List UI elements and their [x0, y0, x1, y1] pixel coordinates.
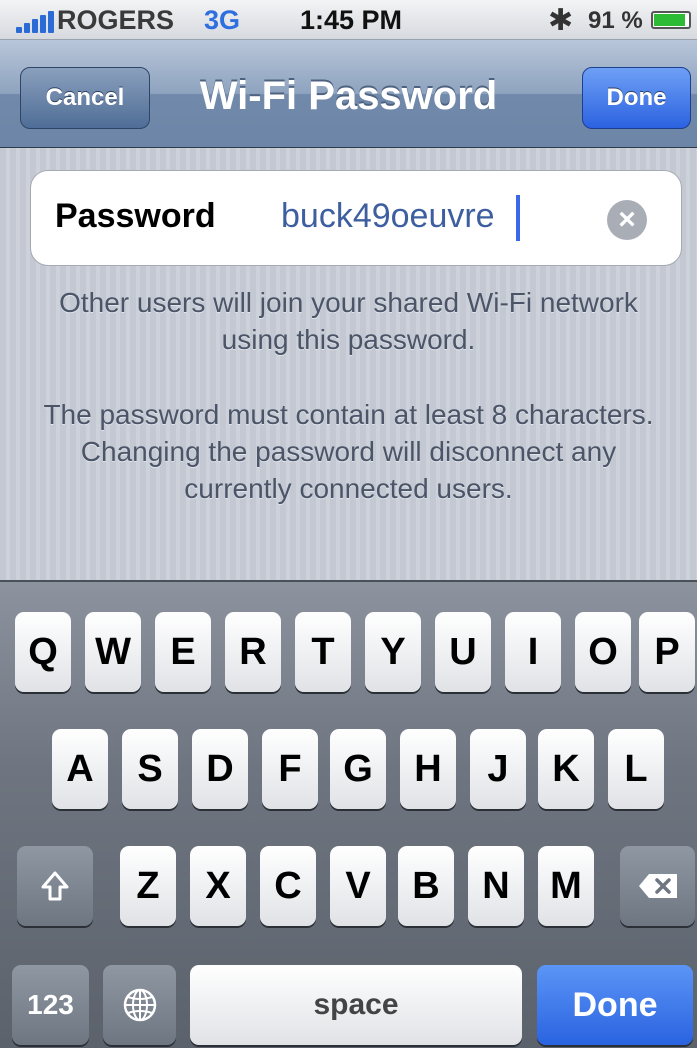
password-label: Password: [55, 197, 216, 235]
bluetooth-icon: ✱: [548, 4, 574, 37]
key-t[interactable]: T: [295, 612, 351, 692]
password-input[interactable]: buck49oeuvre: [281, 197, 495, 236]
key-w[interactable]: W: [85, 612, 141, 692]
key-z[interactable]: Z: [120, 846, 176, 926]
info-text-shared: Other users will join your shared Wi-Fi …: [59, 287, 638, 355]
done-button[interactable]: Done: [582, 67, 691, 129]
key-e[interactable]: E: [155, 612, 211, 692]
shift-icon: [41, 871, 69, 901]
carrier-name: ROGERS: [57, 5, 175, 35]
key-j[interactable]: J: [470, 729, 526, 809]
password-field[interactable]: Password buck49oeuvre ×: [30, 170, 682, 266]
battery-level-fill: [654, 14, 685, 26]
key-f[interactable]: F: [262, 729, 318, 809]
delete-key[interactable]: [620, 846, 695, 926]
key-o[interactable]: O: [575, 612, 631, 692]
info-text-requirements: The password must contain at least 8 cha…: [43, 399, 654, 504]
clear-icon[interactable]: ×: [607, 200, 647, 240]
key-q[interactable]: Q: [15, 612, 71, 692]
text-cursor: [516, 195, 520, 241]
key-h[interactable]: H: [400, 729, 456, 809]
keyboard: Q W E R T Y U I O P A S D F G H J K L Z …: [0, 580, 697, 1048]
key-d[interactable]: D: [192, 729, 248, 809]
battery-icon: [651, 11, 691, 29]
key-g[interactable]: G: [330, 729, 386, 809]
key-b[interactable]: B: [398, 846, 454, 926]
key-u[interactable]: U: [435, 612, 491, 692]
key-k[interactable]: K: [538, 729, 594, 809]
settings-content: Password buck49oeuvre × Other users will…: [0, 148, 697, 580]
network-type: 3G: [204, 5, 241, 35]
space-key[interactable]: space: [190, 965, 522, 1045]
key-n[interactable]: N: [468, 846, 524, 926]
key-r[interactable]: R: [225, 612, 281, 692]
status-bar: ROGERS 3G 1:45 PM ✱ 91 %: [0, 0, 697, 40]
globe-key[interactable]: [103, 965, 176, 1045]
status-time: 1:45 PM: [300, 5, 403, 35]
key-c[interactable]: C: [260, 846, 316, 926]
signal-strength-icon: [16, 11, 56, 33]
key-v[interactable]: V: [330, 846, 386, 926]
numbers-key[interactable]: 123: [12, 965, 89, 1045]
globe-icon: [123, 988, 156, 1022]
key-y[interactable]: Y: [365, 612, 421, 692]
delete-icon: [638, 874, 677, 898]
key-i[interactable]: I: [505, 612, 561, 692]
key-p[interactable]: P: [639, 612, 695, 692]
battery-percent: 91 %: [588, 7, 643, 34]
key-x[interactable]: X: [190, 846, 246, 926]
shift-key[interactable]: [17, 846, 93, 926]
keyboard-done-button[interactable]: Done: [537, 965, 693, 1045]
key-a[interactable]: A: [52, 729, 108, 809]
navigation-bar: Cancel Wi-Fi Password Done: [0, 40, 697, 148]
key-s[interactable]: S: [122, 729, 178, 809]
key-m[interactable]: M: [538, 846, 594, 926]
key-l[interactable]: L: [608, 729, 664, 809]
